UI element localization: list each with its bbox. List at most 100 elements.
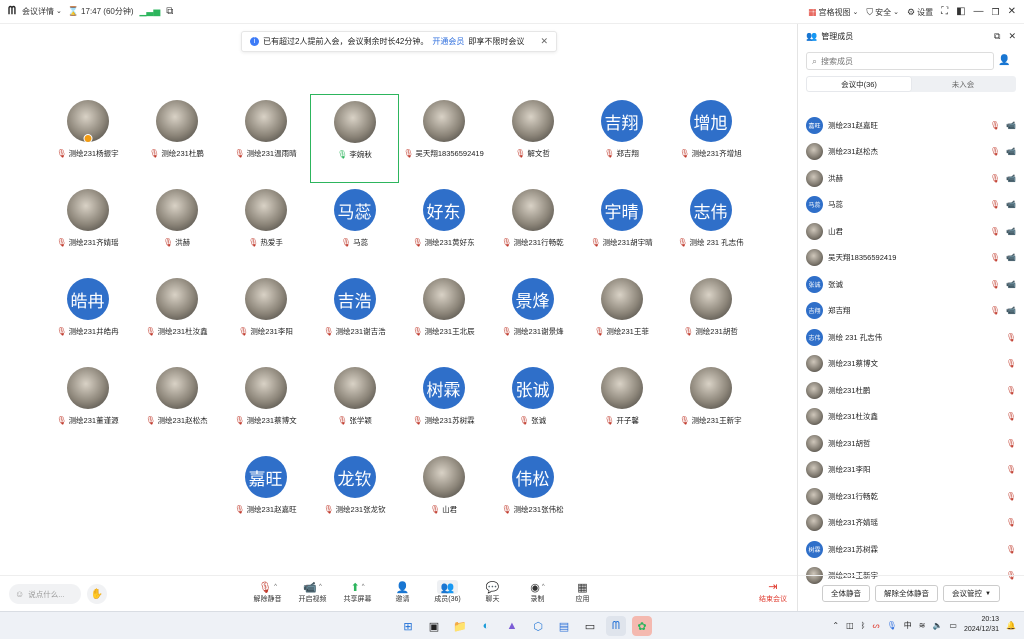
system-clock[interactable]: 20:13 2024/12/31 [964,615,999,635]
user-add-icon[interactable]: 👤 [998,56,1010,66]
tencent-meeting-taskbar-icon[interactable]: ᗰ [606,616,626,636]
language-icon[interactable]: 中 [904,620,912,631]
meeting-control-button[interactable]: 会议管控 ▼ [943,585,1000,602]
task-view-icon[interactable]: ▣ [424,616,444,636]
caret-up-icon[interactable]: ^ [319,584,322,590]
participant-tile[interactable]: 🎙 张学颖 [310,361,399,450]
upgrade-link[interactable]: 开通会员 [432,36,464,47]
member-row[interactable]: 马蕊 马蕊 🎙 📹 [798,192,1024,219]
camera-off-icon[interactable]: 📹 [1006,121,1016,130]
caret-up-icon[interactable]: ^ [362,584,365,590]
camera-off-icon[interactable]: 📹 [1006,147,1016,156]
unmute-button[interactable]: 🎙 ^ 解除静音 [245,580,290,604]
member-row[interactable]: 吴天翔18356592419 🎙 📹 [798,245,1024,272]
camera-off-icon[interactable]: 📹 [1006,174,1016,183]
store-icon[interactable]: ▤ [554,616,574,636]
mic-off-icon[interactable]: 🎙 [1006,465,1016,474]
member-row[interactable]: 测绘231齐婧瑶 🎙 [798,510,1024,537]
camera-off-icon[interactable]: 📹 [1006,280,1016,289]
participant-tile[interactable]: 🎙 测绘231齐婧瑶 [43,183,132,272]
close-icon[interactable]: ✕ [1008,31,1016,41]
mic-off-icon[interactable]: 🎙 [990,227,1000,236]
participant-tile[interactable]: 张诚 🎙 张诚 [488,361,577,450]
mic-off-icon[interactable]: 🎙 [990,121,1000,130]
participant-tile[interactable]: 🎙 测绘231董谨源 [43,361,132,450]
participant-tile[interactable]: 马蕊 🎙 马蕊 [310,183,399,272]
participant-tile[interactable]: 🎙 测绘231温雨晴 [221,94,310,183]
security-button[interactable]: ⛉ 安全 ⌄ [866,7,899,18]
member-row[interactable]: 吉翔 郑吉翔 🎙 📹 [798,298,1024,325]
member-search-input[interactable] [821,56,982,66]
app-triangle-icon[interactable]: ▲ [502,616,522,636]
mic-off-icon[interactable]: 🎙 [990,147,1000,156]
close-icon[interactable]: ✕ [1008,7,1016,17]
start-video-button[interactable]: 📹 ^ 开启视频 [290,580,335,604]
app-hex-icon[interactable]: ⬡ [528,616,548,636]
member-row[interactable]: 张诚 张诚 🎙 📹 [798,271,1024,298]
quick-chat-input[interactable]: ☺ 说点什么... [9,584,81,604]
notification-icon[interactable]: 🔔 [1006,621,1016,630]
member-row[interactable]: 测绘231杜汝鑫 🎙 [798,404,1024,431]
participant-tile[interactable]: 🎙 李婉秋 [310,94,399,183]
participant-tile[interactable]: 🎙 测绘231李阳 [221,272,310,361]
participant-tile[interactable]: 🎙 测绘231王北辰 [399,272,488,361]
participant-tile[interactable]: 好东 🎙 测绘231黄好东 [399,183,488,272]
member-row[interactable]: 志伟 测绘 231 孔志伟 🎙 [798,324,1024,351]
antivirus-icon[interactable]: ᔕ [872,621,879,630]
caret-up-icon[interactable]: ^ [542,584,545,590]
member-row[interactable]: 嘉旺 测绘231赵嘉旺 🎙 📹 [798,112,1024,139]
member-row[interactable]: 测绘231李阳 🎙 [798,457,1024,484]
wifi-icon[interactable]: ≋ [919,621,926,630]
camera-off-icon[interactable]: 📹 [1006,227,1016,236]
mic-off-icon[interactable]: 🎙 [990,280,1000,289]
participant-tile[interactable]: 吉翔 🎙 郑吉翔 [577,94,666,183]
participant-tile[interactable]: 🎙 测绘231杨振宇 [43,94,132,183]
participant-tile[interactable]: 🎙 测绘231行畅乾 [488,183,577,272]
volume-icon[interactable]: 🔈 [932,621,942,630]
caret-up-icon[interactable]: ^ [274,584,277,590]
participant-tile[interactable]: 🎙 吴天翔18356592419 [399,94,488,183]
unmute-all-button[interactable]: 解除全体静音 [875,585,939,602]
camera-off-icon[interactable]: 📹 [1006,200,1016,209]
member-row[interactable]: 测绘231杜鹏 🎙 [798,377,1024,404]
participant-tile[interactable]: 皓冉 🎙 测绘231井皓冉 [43,272,132,361]
participant-tile[interactable]: 🎙 热爱手 [221,183,310,272]
mic-off-icon[interactable]: 🎙 [990,306,1000,315]
bluetooth-icon[interactable]: ᛒ [861,621,866,630]
participant-tile[interactable]: 🎙 洪赫 [132,183,221,272]
share-screen-button[interactable]: ⬆ ^ 共享屏幕 [335,580,380,604]
raise-hand-button[interactable]: ✋ [87,584,107,604]
mute-all-button[interactable]: 全体静音 [822,585,871,602]
invite-button[interactable]: 👤 邀请 [380,580,425,604]
participant-tile[interactable]: 树霖 🎙 测绘231苏树霖 [399,361,488,450]
member-row[interactable]: 山君 🎙 📹 [798,218,1024,245]
mic-icon[interactable]: 🎙 [887,621,897,630]
edge-browser-icon[interactable]: ◐ [476,616,496,636]
settings-button[interactable]: ⚙ 设置 [907,7,933,18]
participant-tile[interactable]: 🎙 测绘231胡哲 [666,272,755,361]
participant-tile[interactable]: 🎙 测绘231杜鹏 [132,94,221,183]
camera-off-icon[interactable]: 📹 [1006,306,1016,315]
apps-button[interactable]: ▦ 应用 [560,580,605,604]
end-meeting-button[interactable]: ⇥ 结束会议 [759,580,787,604]
mic-off-icon[interactable]: 🎙 [990,200,1000,209]
tab-not-joined[interactable]: 未入会 [911,77,1015,91]
participant-tile[interactable]: 景烽 🎙 测绘231谢景烽 [488,272,577,361]
pop-out-icon[interactable]: ⧉ [994,31,1000,41]
mic-off-icon[interactable]: 🎙 [1006,359,1016,368]
participant-tile[interactable]: 🎙 测绘231蔡博文 [221,361,310,450]
signal-strength-icon[interactable]: ▁▃▅ [140,7,161,16]
member-row[interactable]: 测绘231赵松杰 🎙 📹 [798,139,1024,166]
participant-tile[interactable]: 🎙 山君 [399,450,488,539]
mic-off-icon[interactable]: 🎙 [990,253,1000,262]
member-row[interactable]: 洪赫 🎙 📹 [798,165,1024,192]
mic-off-icon[interactable]: 🎙 [1006,545,1016,554]
record-button[interactable]: ◉ ^ 录制 [515,580,560,604]
participant-tile[interactable]: 🎙 解文哲 [488,94,577,183]
participant-tile[interactable]: 🎙 测绘231赵松杰 [132,361,221,450]
mic-off-icon[interactable]: 🎙 [1006,412,1016,421]
restore-icon[interactable]: ❐ [992,7,1000,17]
member-row[interactable]: 测绘231行畅乾 🎙 [798,483,1024,510]
tray-app-icon[interactable]: ◫ [846,621,854,630]
participant-tile[interactable]: 🎙 测绘231王新宇 [666,361,755,450]
